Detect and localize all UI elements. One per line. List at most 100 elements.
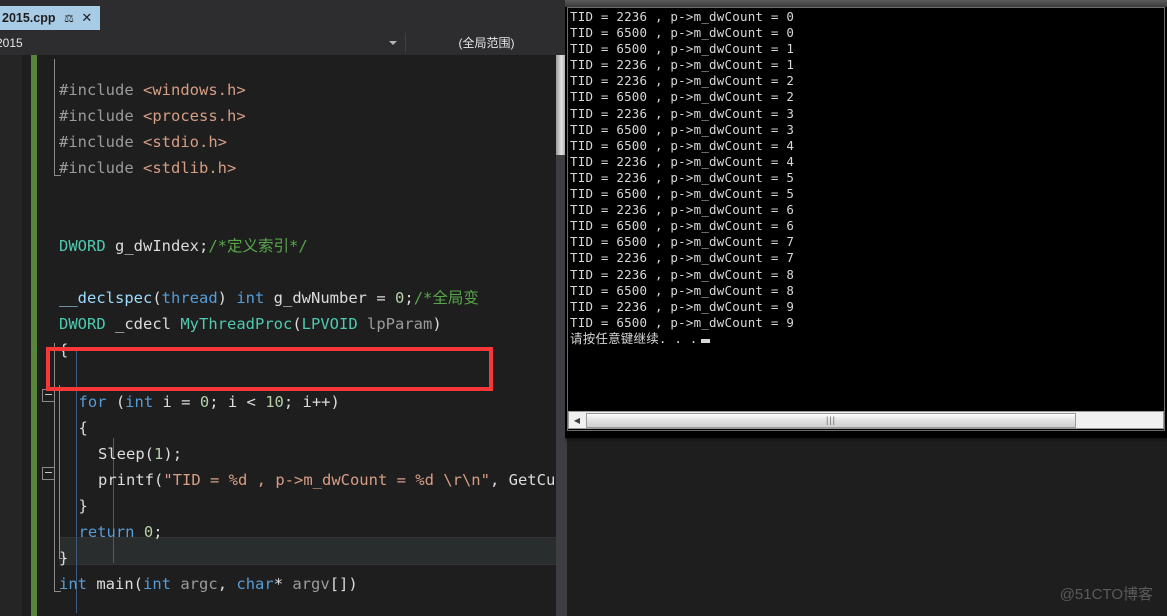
- code-token: }: [78, 497, 88, 515]
- code-line: #include <stdlib.h>: [59, 155, 236, 181]
- console-output-text: TID = 2236 , p->m_dwCount = 0 TID = 6500 …: [570, 9, 1090, 409]
- code-token: LPVOID: [301, 315, 358, 333]
- watermark: @51CTO博客: [1059, 586, 1153, 603]
- member-scope-dropdown[interactable]: (全局范围): [406, 30, 567, 55]
- navigation-bar: 2015 (全局范围): [0, 30, 567, 56]
- console-line: TID = 6500 , p->m_dwCount = 3: [570, 121, 795, 137]
- code-line: printf("TID = %d , p->m_dwCount = %d \r\…: [98, 467, 567, 493]
- code-token: "TID = %d , p->m_dwCount = %d \r\n": [163, 471, 490, 489]
- code-token: ): [217, 289, 237, 307]
- code-token: return: [78, 523, 135, 541]
- editor-tab-strip: 2015.cpp ⚖ ✕: [0, 0, 567, 30]
- code-line: DWORD g_dwIndex;/*定义索引*/: [59, 233, 308, 259]
- code-token: argv: [292, 575, 330, 593]
- console-line: TID = 6500 , p->m_dwCount = 5: [570, 186, 795, 202]
- code-token: #include: [59, 107, 143, 125]
- console-line: TID = 6500 , p->m_dwCount = 6: [570, 218, 795, 234]
- console-line: TID = 6500 , p->m_dwCount = 8: [570, 282, 795, 298]
- console-prompt-line: 请按任意键继续. . .: [570, 331, 1090, 347]
- console-drop-shadow: [565, 438, 1167, 442]
- code-token: 1: [154, 445, 164, 463]
- console-line: TID = 2236 , p->m_dwCount = 6: [570, 202, 795, 218]
- code-token: 0: [199, 393, 210, 411]
- console-horizontal-scrollbar[interactable]: ◀ |||: [568, 411, 1164, 429]
- code-token: thread: [161, 289, 218, 307]
- code-text-area[interactable]: #include <windows.h> #include <process.h>…: [0, 55, 567, 616]
- code-token: []): [329, 575, 358, 593]
- code-token: }: [59, 549, 69, 567]
- code-editor[interactable]: #include <windows.h> #include <process.h>…: [0, 55, 567, 616]
- console-line: TID = 6500 , p->m_dwCount = 0: [570, 25, 795, 41]
- code-token: <stdlib.h>: [143, 159, 237, 177]
- code-token: 10: [265, 393, 284, 411]
- code-token: 0: [395, 289, 405, 307]
- code-token: ,: [489, 471, 509, 489]
- code-token: /*定义索引*/: [208, 237, 308, 255]
- tab-2015-cpp[interactable]: 2015.cpp ⚖ ✕: [0, 6, 101, 30]
- code-token: <process.h>: [143, 107, 246, 125]
- console-line: TID = 2236 , p->m_dwCount = 8: [570, 266, 795, 282]
- code-token: DWORD: [59, 315, 106, 333]
- code-token: int: [236, 289, 265, 307]
- code-token: Sleep: [98, 445, 145, 463]
- red-highlight-box: [46, 347, 493, 391]
- chevron-down-icon[interactable]: [389, 40, 397, 45]
- console-line: TID = 6500 , p->m_dwCount = 4: [570, 137, 795, 153]
- code-token: 0: [143, 523, 154, 541]
- code-token: *: [273, 575, 293, 593]
- code-line: return 0;: [79, 519, 163, 545]
- console-cursor: [700, 338, 710, 343]
- console-line: TID = 2236 , p->m_dwCount = 1: [570, 57, 795, 73]
- pin-icon[interactable]: ⚖: [64, 12, 74, 25]
- code-token: i =: [153, 393, 200, 411]
- code-line: #include <stdio.h>: [59, 129, 227, 155]
- project-scope-dropdown[interactable]: 2015: [0, 30, 405, 55]
- code-token: <stdio.h>: [143, 133, 227, 151]
- code-token: argc: [171, 575, 218, 593]
- console-line: TID = 2236 , p->m_dwCount = 7: [570, 250, 795, 266]
- code-line: {: [79, 415, 88, 441]
- code-line: Sleep(1);: [98, 441, 182, 467]
- console-scrollbar-thumb[interactable]: |||: [586, 412, 1076, 428]
- code-token: MyThreadProc: [180, 315, 293, 333]
- console-line: TID = 2236 , p->m_dwCount = 3: [570, 105, 795, 121]
- code-token: ;: [199, 237, 209, 255]
- code-token: ;: [153, 523, 163, 541]
- code-token: lpParam: [357, 315, 433, 333]
- code-token: ): [432, 315, 442, 333]
- code-line: #include <process.h>: [59, 103, 246, 129]
- console-line: TID = 2236 , p->m_dwCount = 4: [570, 153, 795, 169]
- code-token: ; i++): [283, 393, 340, 411]
- code-token: ; i <: [209, 393, 266, 411]
- code-line: #include <windows.h>: [59, 77, 246, 103]
- scroll-left-arrow-icon[interactable]: ◀: [569, 412, 585, 428]
- code-token: #include: [59, 133, 143, 151]
- console-line: TID = 6500 , p->m_dwCount = 7: [570, 234, 795, 250]
- console-window[interactable]: TID = 2236 , p->m_dwCount = 0 TID = 6500 …: [565, 0, 1167, 438]
- console-line: TID = 6500 , p->m_dwCount = 1: [570, 41, 795, 57]
- console-title-bar[interactable]: [565, 0, 1167, 7]
- code-line: }: [59, 545, 68, 571]
- console-line: TID = 2236 , p->m_dwCount = 0: [570, 9, 795, 24]
- code-token: main: [87, 575, 134, 593]
- code-token: _cdecl: [105, 315, 181, 333]
- code-token: g_dwIndex: [105, 237, 199, 255]
- code-token: printf: [98, 471, 154, 489]
- code-token: (: [144, 445, 155, 463]
- console-line: TID = 6500 , p->m_dwCount = 2: [570, 89, 795, 105]
- code-line: for (int i = 0; i < 10; i++): [79, 389, 340, 415]
- code-token: );: [163, 445, 183, 463]
- code-token: (: [106, 393, 126, 411]
- console-line: TID = 2236 , p->m_dwCount = 9: [570, 298, 795, 314]
- code-token: DWORD: [59, 237, 106, 255]
- code-token: /*全局变: [413, 289, 479, 307]
- console-line: TID = 6500 , p->m_dwCount = 9: [570, 314, 795, 330]
- code-line: int main(int argc, char* argv[]): [59, 571, 358, 597]
- code-line: DWORD _cdecl MyThreadProc(LPVOID lpParam…: [59, 311, 442, 337]
- code-token: int: [143, 575, 172, 593]
- code-token: ;: [404, 289, 414, 307]
- code-token: (: [133, 575, 144, 593]
- close-icon[interactable]: ✕: [81, 10, 92, 26]
- code-token: #include: [59, 159, 143, 177]
